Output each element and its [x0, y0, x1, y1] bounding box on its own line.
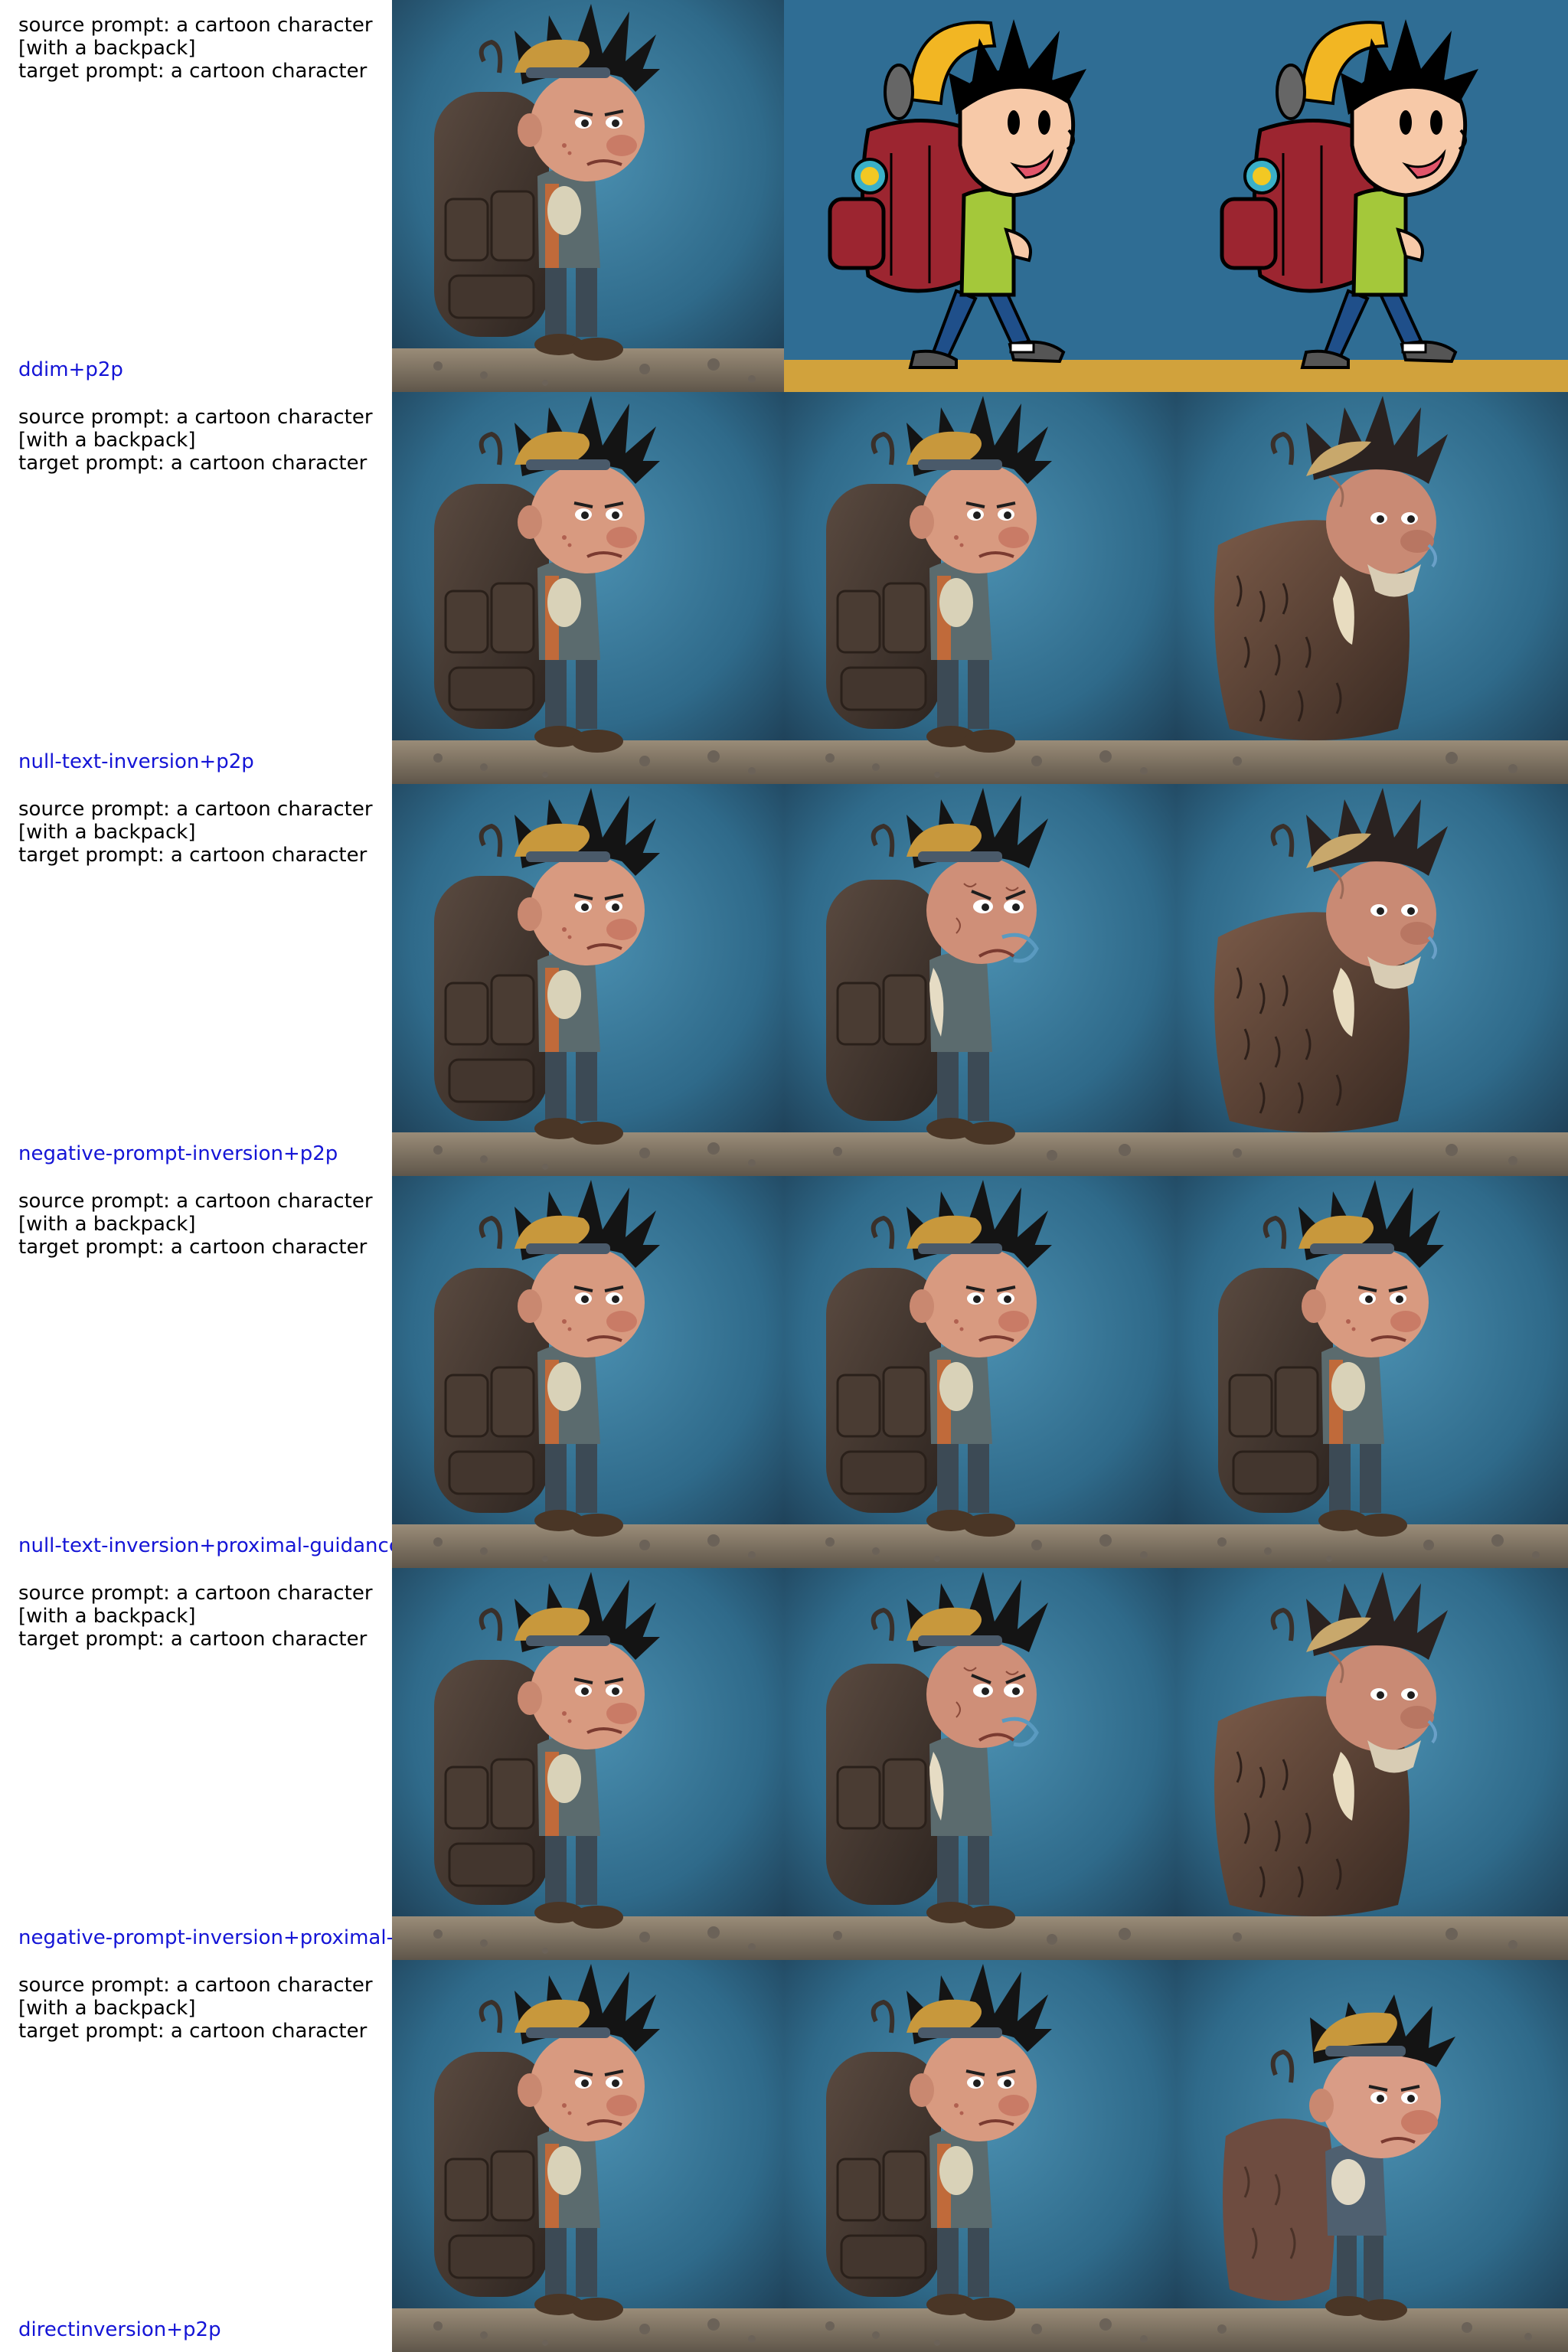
- realistic-boy-with-backpack-image: [784, 1960, 1176, 2352]
- flat-cartoon-boy-with-red-backpack-image: [1176, 0, 1568, 392]
- result-row: source prompt: a cartoon character [with …: [0, 0, 1568, 392]
- prompt-text: source prompt: a cartoon character [with …: [18, 1582, 386, 1651]
- comparison-grid: source prompt: a cartoon character [with …: [0, 0, 1568, 2352]
- method-label: negative-prompt-inversion+p2p: [18, 1142, 338, 1165]
- distorted-boy-image: [784, 784, 1176, 1176]
- furry-creature-image: [1176, 392, 1568, 784]
- row-label-panel: source prompt: a cartoon character [with …: [0, 784, 392, 1176]
- source-prompt-line: source prompt: a cartoon character: [18, 1974, 373, 1997]
- target-prompt-line: target prompt: a cartoon character: [18, 1628, 368, 1651]
- source-prompt-edit-line: [with a backpack]: [18, 821, 196, 844]
- prompt-text: source prompt: a cartoon character [with …: [18, 1190, 386, 1259]
- target-prompt-line: target prompt: a cartoon character: [18, 2020, 368, 2043]
- row-label-panel: source prompt: a cartoon character [with …: [0, 1176, 392, 1568]
- source-prompt-line: source prompt: a cartoon character: [18, 406, 373, 429]
- result-row: source prompt: a cartoon character [with …: [0, 1176, 1568, 1568]
- source-prompt-line: source prompt: a cartoon character: [18, 14, 373, 37]
- method-label: negative-prompt-inversion+proximal-guida…: [18, 1926, 392, 1949]
- realistic-boy-with-backpack-image: [784, 1176, 1176, 1568]
- result-row: source prompt: a cartoon character [with …: [0, 392, 1568, 784]
- realistic-boy-with-backpack-image: [392, 784, 784, 1176]
- source-prompt-edit-line: [with a backpack]: [18, 1213, 196, 1236]
- row-label-panel: source prompt: a cartoon character [with …: [0, 1960, 392, 2352]
- target-prompt-line: target prompt: a cartoon character: [18, 1236, 368, 1259]
- prompt-text: source prompt: a cartoon character [with …: [18, 798, 386, 867]
- realistic-boy-with-backpack-image: [392, 1568, 784, 1960]
- distorted-boy-image: [784, 1568, 1176, 1960]
- furry-creature-image: [1176, 1568, 1568, 1960]
- source-prompt-edit-line: [with a backpack]: [18, 1997, 196, 2020]
- realistic-boy-with-backpack-image: [392, 1176, 784, 1568]
- method-label: null-text-inversion+proximal-guidance: [18, 1534, 392, 1557]
- prompt-text: source prompt: a cartoon character [with …: [18, 14, 386, 83]
- source-prompt-line: source prompt: a cartoon character: [18, 1190, 373, 1213]
- prompt-text: source prompt: a cartoon character [with …: [18, 1974, 386, 2043]
- realistic-boy-smaller-backpack-image: [1176, 1960, 1568, 2352]
- source-prompt-edit-line: [with a backpack]: [18, 1605, 196, 1628]
- source-prompt-edit-line: [with a backpack]: [18, 37, 196, 60]
- method-label: directinversion+p2p: [18, 2318, 221, 2341]
- row-label-panel: source prompt: a cartoon character [with …: [0, 392, 392, 784]
- method-label: ddim+p2p: [18, 358, 123, 381]
- row-label-panel: source prompt: a cartoon character [with …: [0, 0, 392, 392]
- method-label: null-text-inversion+p2p: [18, 750, 254, 773]
- realistic-boy-with-backpack-image: [392, 1960, 784, 2352]
- result-row: source prompt: a cartoon character [with …: [0, 1960, 1568, 2352]
- realistic-boy-with-backpack-image: [392, 392, 784, 784]
- realistic-boy-with-backpack-image: [1176, 1176, 1568, 1568]
- source-prompt-line: source prompt: a cartoon character: [18, 798, 373, 821]
- prompt-text: source prompt: a cartoon character [with …: [18, 406, 386, 475]
- realistic-boy-with-backpack-image: [784, 392, 1176, 784]
- target-prompt-line: target prompt: a cartoon character: [18, 452, 368, 475]
- source-prompt-line: source prompt: a cartoon character: [18, 1582, 373, 1605]
- furry-creature-image: [1176, 784, 1568, 1176]
- source-prompt-edit-line: [with a backpack]: [18, 429, 196, 452]
- result-row: source prompt: a cartoon character [with …: [0, 1568, 1568, 1960]
- target-prompt-line: target prompt: a cartoon character: [18, 844, 368, 867]
- result-row: source prompt: a cartoon character [with …: [0, 784, 1568, 1176]
- flat-cartoon-boy-with-red-backpack-image: [784, 0, 1176, 392]
- realistic-boy-with-backpack-image: [392, 0, 784, 392]
- target-prompt-line: target prompt: a cartoon character: [18, 60, 368, 83]
- row-label-panel: source prompt: a cartoon character [with …: [0, 1568, 392, 1960]
